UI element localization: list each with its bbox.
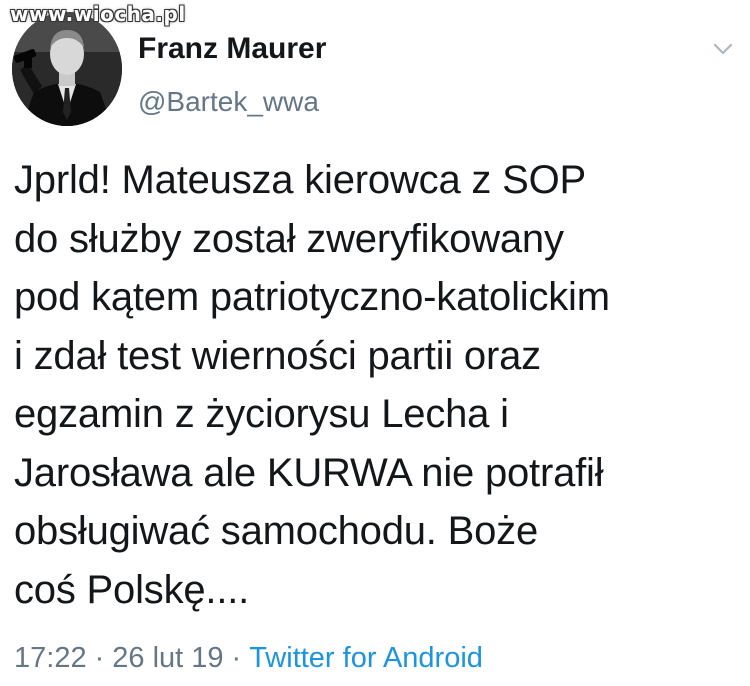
author-handle[interactable]: @Bartek_wwa [138,88,319,116]
watermark-logo: www.wiocha.pl [10,2,186,26]
tweet-text: Jprld! Mateusza kierowca z SOP do służby… [14,151,742,619]
tweet-text-line: obsługiwać samochodu. Boże [14,509,538,553]
tweet-text-line: coś Polskę.... [14,567,250,612]
chevron-down-icon[interactable] [708,38,738,60]
tweet-card: www.wiocha.pl Franz Maurer @Bartek_wwa J… [0,0,750,686]
author-display-name[interactable]: Franz Maurer [138,34,326,64]
tweet-date[interactable]: 26 lut 19 [112,642,223,674]
avatar[interactable] [12,12,122,126]
tweet-meta: 17:22 · 26 lut 19 · Twitter for Android [14,641,483,676]
tweet-text-line: Jarosława ale KURWA nie potrafił [14,450,604,495]
tweet-time[interactable]: 17:22 [14,642,87,674]
meta-separator: · [94,642,105,674]
avatar-photo [12,12,122,126]
tweet-text-line: pod kątem patriotyczno-katolickim [14,275,610,319]
meta-separator: · [231,642,242,674]
tweet-text-line: egzamin z życiorysu Lecha i [14,392,509,436]
tweet-text-line: Jprld! Mateusza kierowca z SOP [14,158,586,202]
tweet-text-line: do służby został zweryfikowany [14,216,564,261]
chevron-down-icon-glyph [713,43,733,55]
tweet-source-link[interactable]: Twitter for Android [249,642,483,674]
tweet-text-line: i zdał test wierności partii oraz [14,333,541,378]
